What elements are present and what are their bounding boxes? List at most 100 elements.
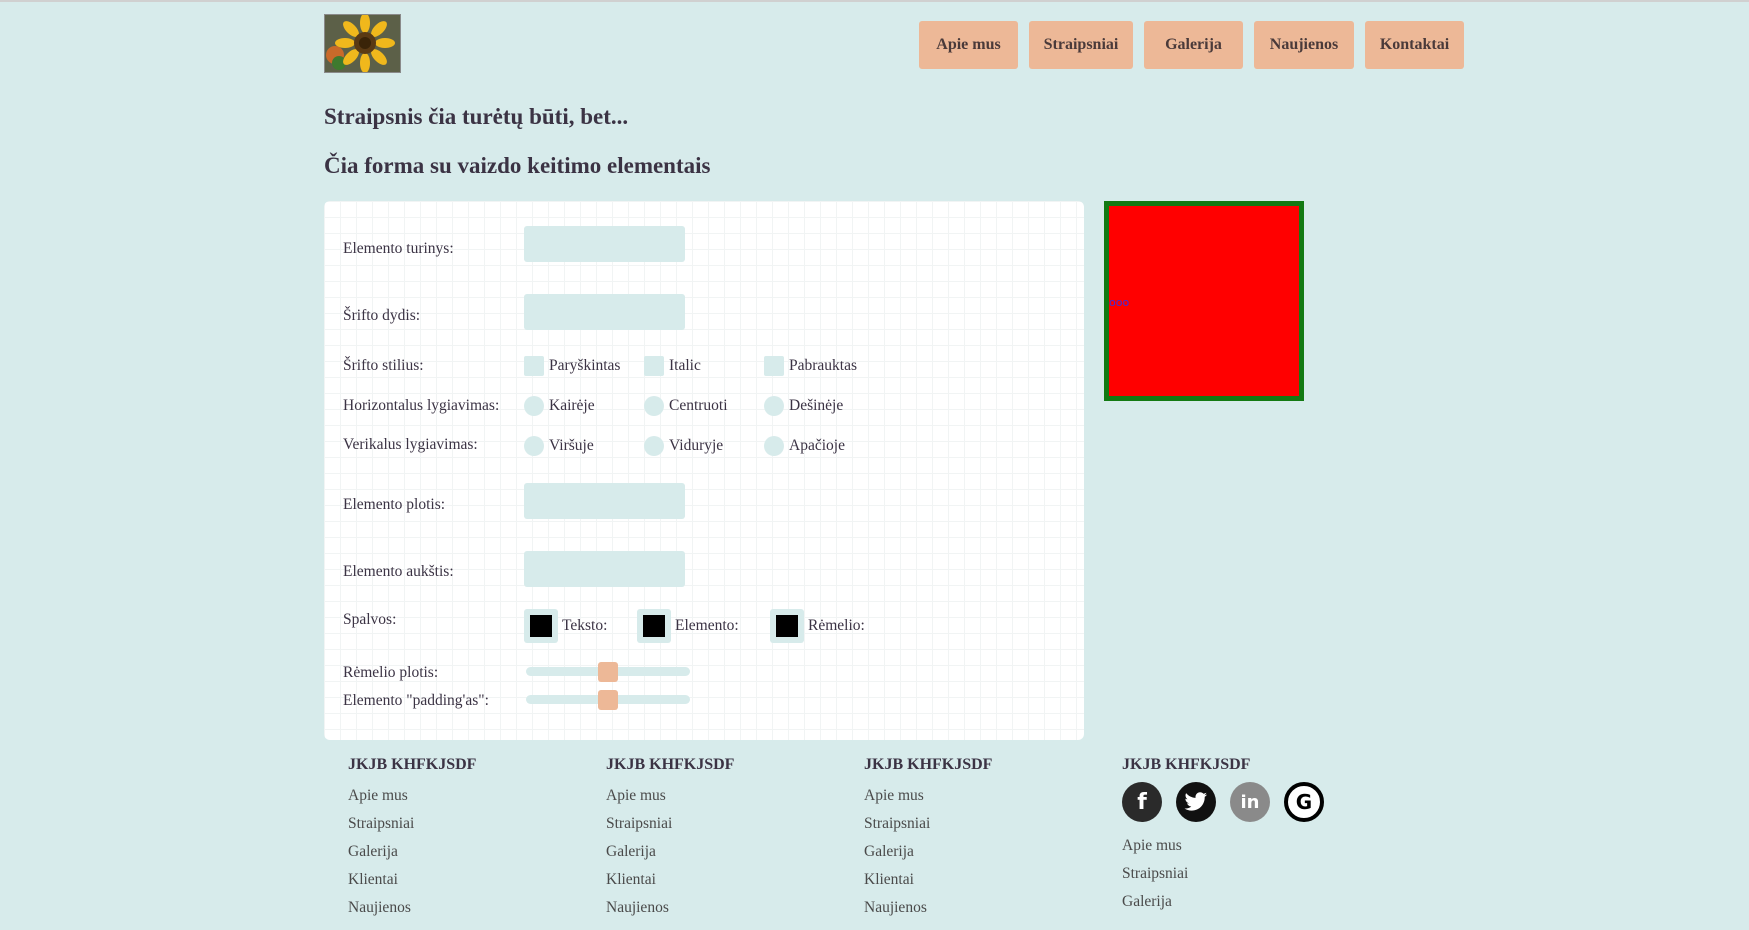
valign-top-option[interactable]: Viršuje (524, 436, 594, 456)
main-nav: Apie mus Straipsniai Galerija Naujienos … (919, 21, 1475, 69)
footer-link[interactable]: Klientai (864, 866, 992, 894)
valign-bottom-radio[interactable] (764, 436, 784, 456)
border-color-picker[interactable] (770, 609, 804, 643)
footer-link[interactable]: Galerija (1122, 888, 1338, 916)
preview-text: ooo (1109, 296, 1130, 309)
halign-center-radio[interactable] (644, 396, 664, 416)
border-width-slider[interactable] (526, 662, 690, 682)
valign-top-radio[interactable] (524, 436, 544, 456)
valign-middle-radio[interactable] (644, 436, 664, 456)
font-size-input[interactable] (524, 294, 685, 330)
content-label: Elemento turinys: (343, 240, 454, 257)
padding-thumb[interactable] (598, 690, 618, 710)
footer-link[interactable]: Galerija (864, 838, 992, 866)
halign-right-label: Dešinėje (789, 397, 844, 414)
colors-label: Spalvos: (343, 611, 397, 628)
twitter-icon[interactable] (1176, 782, 1216, 822)
height-label: Elemento aukštis: (343, 563, 454, 580)
footer-column-title: JKJB KHFKJSDF (348, 756, 477, 773)
width-input[interactable] (524, 483, 685, 519)
height-input[interactable] (524, 551, 685, 587)
footer-link[interactable]: Naujienos (606, 894, 734, 922)
footer-link[interactable]: Galerija (606, 838, 734, 866)
google-icon[interactable]: G (1284, 782, 1324, 822)
footer-column-title: JKJB KHFKJSDF (606, 756, 735, 773)
underline-option[interactable]: Pabrauktas (764, 356, 857, 376)
footer-social-column: JKJB KHFKJSDF f in G Apie mus Straipsnia… (1122, 756, 1338, 916)
width-label: Elemento plotis: (343, 496, 446, 513)
sunflower-logo[interactable] (324, 14, 401, 73)
facebook-icon[interactable]: f (1122, 782, 1162, 822)
footer-link[interactable]: Klientai (606, 866, 734, 894)
footer-link[interactable]: Straipsniai (348, 810, 476, 838)
element-color-label: Elemento: (675, 617, 739, 634)
border-width-thumb[interactable] (598, 662, 618, 682)
halign-left-option[interactable]: Kairėje (524, 396, 595, 416)
element-color-swatch (643, 615, 665, 637)
border-width-label: Rėmelio plotis: (343, 664, 439, 681)
form-heading: Čia forma su vaizdo keitimo elementais (324, 153, 711, 178)
valign-middle-label: Viduryje (669, 437, 724, 454)
element-color-option[interactable]: Elemento: (637, 609, 739, 643)
halign-left-label: Kairėje (549, 397, 595, 414)
halign-right-option[interactable]: Dešinėje (764, 396, 843, 416)
footer-link[interactable]: Apie mus (1122, 832, 1338, 860)
halign-left-radio[interactable] (524, 396, 544, 416)
bold-checkbox[interactable] (524, 356, 544, 376)
border-color-option[interactable]: Rėmelio: (770, 609, 865, 643)
footer-column-1: JKJB KHFKJSDF Apie mus Straipsniai Galer… (348, 756, 476, 922)
footer-link[interactable]: Straipsniai (1122, 860, 1338, 888)
nav-kontaktai[interactable]: Kontaktai (1365, 21, 1464, 69)
valign-label: Verikalus lygiavimas: (343, 436, 478, 453)
underline-label: Pabrauktas (789, 357, 858, 374)
underline-checkbox[interactable] (764, 356, 784, 376)
nav-straipsniai[interactable]: Straipsniai (1029, 21, 1133, 69)
footer-link[interactable]: Straipsniai (864, 810, 992, 838)
border-color-swatch (776, 615, 798, 637)
footer-link[interactable]: Galerija (348, 838, 476, 866)
bold-label: Paryškintas (549, 357, 621, 374)
text-color-swatch (530, 615, 552, 637)
valign-middle-option[interactable]: Viduryje (644, 436, 723, 456)
bold-option[interactable]: Paryškintas (524, 356, 620, 376)
footer-link[interactable]: Apie mus (348, 782, 476, 810)
nav-galerija[interactable]: Galerija (1144, 21, 1243, 69)
nav-apie-mus[interactable]: Apie mus (919, 21, 1018, 69)
italic-checkbox[interactable] (644, 356, 664, 376)
footer-link[interactable]: Klientai (348, 866, 476, 894)
page-title: Straipsnis čia turėtų būti, bet... (324, 104, 629, 129)
footer-link[interactable]: Apie mus (606, 782, 734, 810)
valign-bottom-option[interactable]: Apačioje (764, 436, 845, 456)
footer-column-3: JKJB KHFKJSDF Apie mus Straipsniai Galer… (864, 756, 992, 922)
footer-column-title: JKJB KHFKJSDF (864, 756, 993, 773)
italic-option[interactable]: Italic (644, 356, 701, 376)
footer-link[interactable]: Naujienos (348, 894, 476, 922)
border-color-label: Rėmelio: (808, 617, 865, 634)
padding-label: Elemento "padding'as": (343, 692, 489, 709)
linkedin-icon[interactable]: in (1230, 782, 1270, 822)
footer-column-2: JKJB KHFKJSDF Apie mus Straipsniai Galer… (606, 756, 734, 922)
font-style-label: Šrifto stilius: (343, 357, 424, 374)
element-color-picker[interactable] (637, 609, 671, 643)
social-icons: f in G (1122, 782, 1338, 822)
footer-link[interactable]: Naujienos (864, 894, 992, 922)
content-input[interactable] (524, 226, 685, 262)
padding-slider[interactable] (526, 690, 690, 710)
italic-label: Italic (669, 357, 701, 374)
footer-column-title: JKJB KHFKJSDF (1122, 756, 1251, 773)
preview-element: ooo (1104, 201, 1304, 401)
halign-center-option[interactable]: Centruoti (644, 396, 728, 416)
valign-top-label: Viršuje (549, 437, 594, 454)
footer-link[interactable]: Apie mus (864, 782, 992, 810)
footer-link[interactable]: Straipsniai (606, 810, 734, 838)
halign-label: Horizontalus lygiavimas: (343, 397, 500, 414)
valign-bottom-label: Apačioje (789, 437, 845, 454)
style-form: Elemento turinys: Šrifto dydis: Šrifto s… (324, 201, 1084, 740)
text-color-option[interactable]: Teksto: (524, 609, 607, 643)
text-color-label: Teksto: (562, 617, 608, 634)
halign-right-radio[interactable] (764, 396, 784, 416)
text-color-picker[interactable] (524, 609, 558, 643)
font-size-label: Šrifto dydis: (343, 307, 421, 324)
nav-naujienos[interactable]: Naujienos (1254, 21, 1354, 69)
halign-center-label: Centruoti (669, 397, 728, 414)
